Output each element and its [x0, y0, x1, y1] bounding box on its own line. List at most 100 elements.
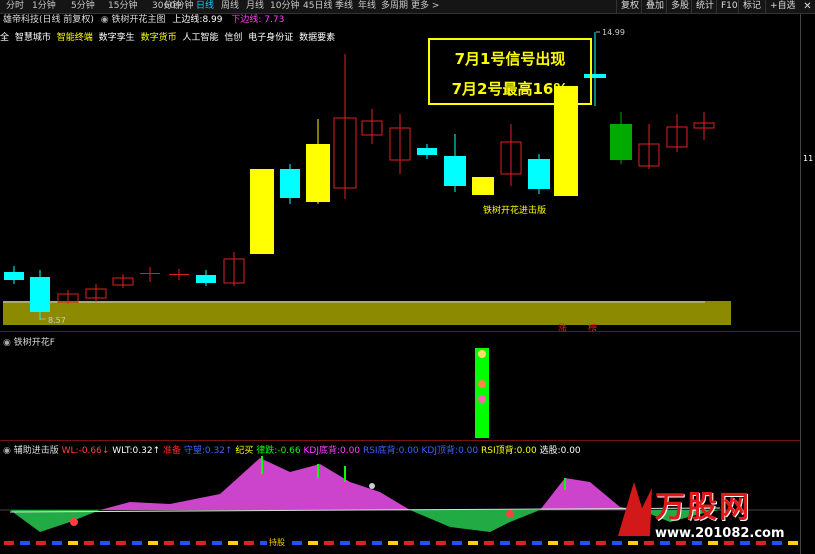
- holding-segment: [132, 541, 142, 545]
- add-watchlist-button[interactable]: +自选: [765, 0, 800, 13]
- right-price-axis[interactable]: 11: [800, 14, 815, 554]
- holding-segment: [324, 541, 334, 545]
- tab-45day[interactable]: 45日线: [303, 0, 332, 13]
- tab-quarterly[interactable]: 季线: [335, 0, 353, 13]
- tab-yearly[interactable]: 年线: [358, 0, 376, 13]
- candle: [280, 169, 300, 198]
- mark-button[interactable]: 标记: [738, 0, 765, 13]
- tab-more[interactable]: 更多 >: [411, 0, 439, 13]
- holding-segment: [372, 541, 382, 545]
- signal-label: 铁树开花进击版: [483, 204, 546, 216]
- holding-segment: [20, 541, 30, 545]
- holding-segment: [644, 541, 654, 545]
- holding-segment: [420, 541, 430, 545]
- holding-segment: [468, 541, 478, 545]
- flower-icon: [478, 380, 486, 388]
- tab-daily[interactable]: 日线: [196, 0, 214, 13]
- holding-segment: [68, 541, 78, 545]
- band-label-up: 涨: [558, 323, 567, 334]
- tab-15min[interactable]: 15分钟: [108, 0, 137, 13]
- watermark-url: www.201082.com: [655, 526, 785, 541]
- tab-1min[interactable]: 1分钟: [32, 0, 56, 13]
- holding-segment: [676, 541, 686, 545]
- holding-segment: [212, 541, 222, 545]
- candle: [417, 148, 437, 155]
- holding-segment: [708, 541, 718, 545]
- price-high-label: 14.99: [602, 28, 625, 37]
- magenta-area: [100, 458, 410, 510]
- timeframe-toolbar: 分时 1分钟 5分钟 15分钟 30分钟 60分钟 日线 周线 月线 10分钟 …: [0, 0, 815, 14]
- holding-segment: [164, 541, 174, 545]
- holding-segment: [564, 541, 574, 545]
- band-label-rank: 榜: [588, 322, 597, 334]
- tab-monthly[interactable]: 月线: [246, 0, 264, 13]
- tab-weekly[interactable]: 周线: [221, 0, 239, 13]
- holding-segment: [292, 541, 302, 545]
- tab-10min[interactable]: 10分钟: [270, 0, 299, 13]
- signal-icon: [369, 483, 375, 489]
- axis-label: 11: [803, 154, 814, 163]
- holding-segment: [740, 541, 750, 545]
- candle: [169, 274, 189, 275]
- candle: [196, 275, 216, 283]
- flower-icon: [478, 350, 486, 358]
- tab-5min[interactable]: 5分钟: [71, 0, 95, 13]
- holding-segment: [388, 541, 398, 545]
- tab-multiperiod[interactable]: 多周期: [381, 0, 408, 13]
- signal-bar: [475, 348, 489, 438]
- holding-segment: [180, 541, 190, 545]
- candle: [528, 159, 550, 189]
- holding-segment: [196, 541, 206, 545]
- panel2-canvas[interactable]: [0, 344, 800, 440]
- signal-band: [3, 301, 731, 325]
- holding-segment: [692, 541, 702, 545]
- candle: [4, 272, 24, 280]
- callout-line-2: 7月2号最高16%: [451, 80, 569, 98]
- flower-icon: [478, 395, 486, 403]
- candle: [30, 277, 50, 312]
- holding-segment: [580, 541, 590, 545]
- multi-stock-button[interactable]: 多股: [666, 0, 693, 13]
- restore-rights-button[interactable]: 复权: [616, 0, 643, 13]
- tab-fenshi[interactable]: 分时: [6, 0, 24, 13]
- holding-segment: [500, 541, 510, 545]
- candle: [140, 273, 160, 274]
- holding-segment: [356, 541, 366, 545]
- candle: [610, 124, 632, 160]
- holding-segment: [628, 541, 638, 545]
- holding-segment: [116, 541, 126, 545]
- candlesticks: [4, 32, 715, 320]
- holding-segment: [532, 541, 542, 545]
- signal-icon: [70, 518, 78, 526]
- holding-segment: [772, 541, 782, 545]
- holding-segment: [788, 541, 798, 545]
- statistics-button[interactable]: 统计: [691, 0, 718, 13]
- holding-segment: [84, 541, 94, 545]
- holding-segment: [244, 541, 254, 545]
- candle-signal: [250, 169, 274, 254]
- holding-segment: [340, 541, 350, 545]
- price-low-label: 8.57: [48, 316, 66, 325]
- holding-segment: [756, 541, 766, 545]
- holding-segment: [404, 541, 414, 545]
- panel-divider[interactable]: [0, 331, 800, 332]
- panel-divider[interactable]: [0, 440, 800, 441]
- holding-segment: [36, 541, 46, 545]
- close-icon[interactable]: ✕: [800, 0, 815, 13]
- tab-60min[interactable]: 60分钟: [164, 0, 193, 13]
- holding-segment: [452, 541, 462, 545]
- green-area: [10, 510, 100, 532]
- holding-segment: [436, 541, 446, 545]
- green-area: [410, 510, 540, 532]
- overlay-button[interactable]: 叠加: [641, 0, 668, 13]
- holding-segment: [724, 541, 734, 545]
- candle-signal: [306, 144, 330, 202]
- holding-segment: [308, 541, 318, 545]
- watermark-arrow-icon: [618, 482, 652, 536]
- holding-segment: [660, 541, 670, 545]
- holding-segment: [596, 541, 606, 545]
- holding-strip: [4, 541, 798, 545]
- holding-segment: [484, 541, 494, 545]
- holding-label: 持股: [267, 537, 287, 548]
- holding-segment: [516, 541, 526, 545]
